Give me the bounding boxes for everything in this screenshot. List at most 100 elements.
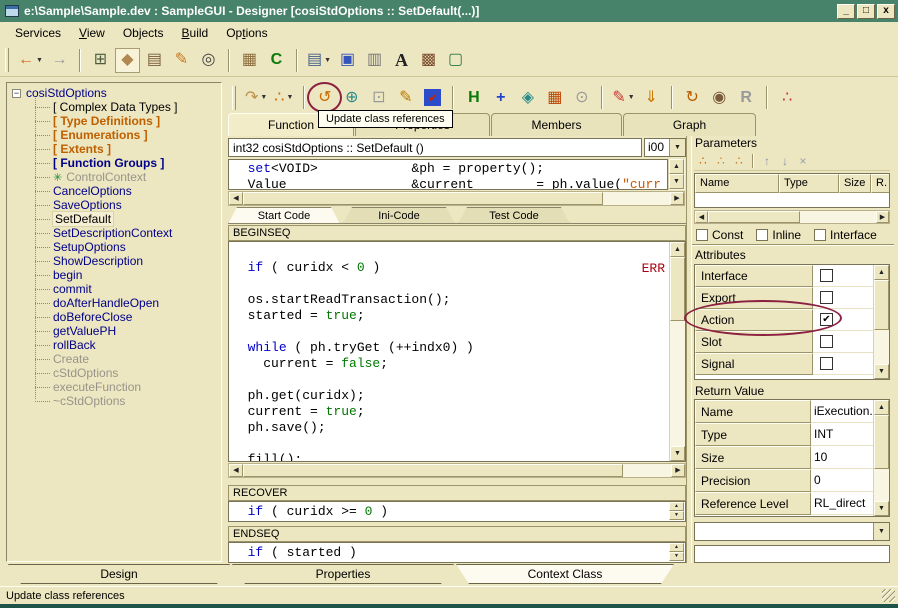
scrollbar-thumb[interactable]	[874, 280, 889, 330]
scroll-left-button[interactable]	[229, 464, 243, 477]
tree-item-cstdoptions[interactable]: cStdOptions	[7, 366, 221, 380]
stamp-tool-button[interactable]: ◈	[515, 85, 540, 110]
tree-item-canceloptions[interactable]: CancelOptions	[7, 184, 221, 198]
tree-item-doafterhandleopen[interactable]: doAfterHandleOpen	[7, 296, 221, 310]
column-r[interactable]: R.	[871, 174, 889, 193]
code-vertical-scrollbar[interactable]	[669, 242, 685, 461]
open-folder-button[interactable]: ↷▼	[243, 85, 269, 110]
return-vertical-scrollbar[interactable]	[873, 400, 889, 516]
rename-references-button[interactable]: R	[734, 85, 759, 110]
scrollbar-thumb[interactable]	[243, 192, 603, 205]
class-tool-button[interactable]: ⊡	[366, 85, 391, 110]
maximize-button[interactable]: □	[857, 4, 875, 19]
tree-item-getvalueph[interactable]: getValuePH	[7, 324, 221, 338]
attributes-vertical-scrollbar[interactable]	[873, 265, 889, 379]
scrollbar-thumb[interactable]	[708, 211, 800, 223]
tab-members[interactable]: Members	[491, 113, 622, 136]
tree-item-executefunction[interactable]: executeFunction	[7, 380, 221, 394]
tab-design[interactable]: Design	[8, 564, 230, 584]
back-arrow-button[interactable]: ←▼	[16, 48, 45, 73]
tree-item-setupoptions[interactable]: SetupOptions	[7, 240, 221, 254]
dialog-form-button[interactable]: ▢	[443, 48, 468, 73]
tree-item-showdescription[interactable]: ShowDescription	[7, 254, 221, 268]
tree-item-setdescriptioncontext[interactable]: SetDescriptionContext	[7, 226, 221, 240]
chevron-down-icon[interactable]	[669, 139, 685, 156]
move-down-button[interactable]: ↓	[776, 152, 794, 170]
code-tab-ini-code[interactable]: Ini-Code	[343, 207, 455, 224]
scroll-left-button[interactable]	[229, 192, 243, 205]
edit-source-button[interactable]: ✎	[393, 85, 418, 110]
tree-item-type-definitions[interactable]: [ Type Definitions ]	[7, 114, 221, 128]
menu-options[interactable]: Options	[217, 24, 276, 42]
menu-build[interactable]: Build	[173, 24, 218, 42]
scroll-up-button[interactable]	[874, 265, 889, 280]
class-tree-panel[interactable]: cosiStdOptions[ Complex Data Types ][ Ty…	[6, 82, 222, 562]
header-tool-button[interactable]: H	[461, 85, 486, 110]
declarations-horizontal-scrollbar[interactable]	[228, 191, 685, 206]
tree-item-cstdoptions[interactable]: ~cStdOptions	[7, 394, 221, 408]
menu-view[interactable]: View	[70, 24, 114, 42]
tab-context-class[interactable]: Context Class	[456, 564, 674, 584]
insert-parameter-button[interactable]: ∴	[712, 152, 730, 170]
tree-item-function-groups[interactable]: [ Function Groups ]	[7, 156, 221, 170]
scroll-down-button[interactable]	[669, 174, 684, 189]
scroll-down-button[interactable]	[670, 446, 685, 461]
scrollbar-track[interactable]	[603, 192, 670, 205]
menu-objects[interactable]: Objects	[114, 24, 173, 42]
move-up-button[interactable]: ↑	[758, 152, 776, 170]
scroll-down-button[interactable]	[874, 364, 889, 379]
context-combobox[interactable]	[694, 522, 890, 541]
tree-item-enumerations[interactable]: [ Enumerations ]	[7, 128, 221, 142]
scrollbar-thumb[interactable]	[670, 257, 685, 321]
update-class-references-button[interactable]: ↺	[312, 85, 337, 110]
tab-graph[interactable]: Graph	[623, 113, 756, 136]
import-grid-button[interactable]: ▦	[237, 48, 262, 73]
scrollbar-track[interactable]	[670, 321, 685, 446]
mini-scrollbar[interactable]	[669, 543, 685, 562]
function-signature-input[interactable]: int32 cosiStdOptions :: SetDefault ()	[228, 138, 642, 157]
scroll-up-button[interactable]	[670, 242, 685, 257]
notebook-button[interactable]: ▤	[142, 48, 167, 73]
tree-item-dobeforeclose[interactable]: doBeforeClose	[7, 310, 221, 324]
edit-code-button[interactable]: ✎▼	[610, 85, 636, 110]
checkbox-interface[interactable]: Interface	[814, 228, 877, 242]
copy-parameter-button[interactable]: ∴	[730, 152, 748, 170]
parameters-horizontal-scrollbar[interactable]	[694, 210, 890, 224]
scroll-left-button[interactable]	[695, 211, 708, 223]
scrollbar-track[interactable]	[874, 330, 889, 364]
scrollbar-thumb[interactable]	[243, 464, 623, 477]
checkbox-interface[interactable]	[820, 269, 833, 282]
return-value-table[interactable]: NameiExecution...TypeINTSize10Precision0…	[694, 399, 890, 517]
tree-item-cosistdoptions[interactable]: cosiStdOptions	[7, 86, 221, 100]
scrollbar-thumb[interactable]	[874, 415, 889, 469]
search-document-button[interactable]: ◉	[707, 85, 732, 110]
tree-expander-icon[interactable]	[12, 89, 21, 98]
scrollbar-track[interactable]	[800, 211, 876, 223]
edit-document-button[interactable]: ✎	[169, 48, 194, 73]
tree-item-controlcontext[interactable]: ✳ControlContext	[7, 170, 221, 184]
scrollbar-track[interactable]	[623, 464, 671, 477]
image-button[interactable]: ▩	[416, 48, 441, 73]
tree-item-setdefault[interactable]: SetDefault	[7, 212, 221, 226]
scroll-up-button[interactable]	[669, 502, 684, 511]
add-tool-button[interactable]: +	[488, 85, 513, 110]
class-interface-button[interactable]: C	[264, 48, 289, 73]
checkbox-export[interactable]	[820, 291, 833, 304]
check-option-button[interactable]: ✔	[420, 85, 445, 110]
eraser-button[interactable]: ◆	[115, 48, 140, 73]
declarations-editor[interactable]: set<VOID> &ph = property(); Value &curre…	[228, 159, 668, 190]
com-tool-button[interactable]: ⊙	[569, 85, 594, 110]
column-type[interactable]: Type	[779, 174, 839, 193]
tree-item-create[interactable]: Create	[7, 352, 221, 366]
tree-item-extents[interactable]: [ Extents ]	[7, 142, 221, 156]
scroll-right-button[interactable]	[876, 211, 889, 223]
minimize-button[interactable]: _	[837, 4, 855, 19]
scroll-right-button[interactable]	[670, 192, 684, 205]
scroll-up-button[interactable]	[669, 159, 684, 174]
delete-parameter-button[interactable]: ×	[794, 152, 812, 170]
code-tab-start-code[interactable]: Start Code	[228, 207, 340, 224]
scroll-down-button[interactable]	[669, 511, 684, 520]
export-document-button[interactable]: ⇓	[639, 85, 664, 110]
tree-item-begin[interactable]: begin	[7, 268, 221, 282]
column-size[interactable]: Size	[839, 174, 871, 193]
